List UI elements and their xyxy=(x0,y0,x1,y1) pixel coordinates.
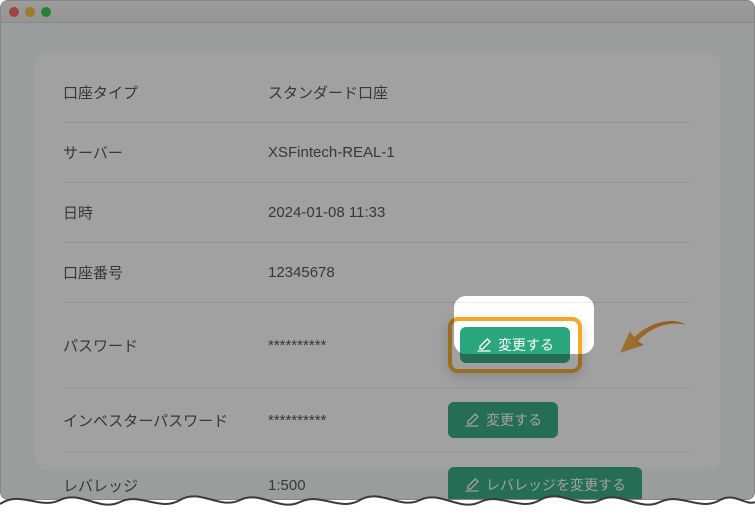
account-details-card: 口座タイプ スタンダード口座 サーバー XSFintech-REAL-1 日時 … xyxy=(35,53,720,469)
change-password-button-label: 変更する xyxy=(498,335,554,355)
row-password: パスワード ********** 変更する xyxy=(63,303,692,388)
change-investor-password-button-label: 変更する xyxy=(486,410,542,430)
label-account-type: 口座タイプ xyxy=(63,82,268,103)
label-datetime: 日時 xyxy=(63,202,268,223)
edit-icon xyxy=(476,337,492,353)
value-server: XSFintech-REAL-1 xyxy=(268,144,448,161)
label-account-number: 口座番号 xyxy=(63,262,268,283)
change-password-button[interactable]: 変更する xyxy=(460,327,570,363)
row-server: サーバー XSFintech-REAL-1 xyxy=(63,123,692,183)
edit-icon xyxy=(464,412,480,428)
torn-edge-decoration xyxy=(0,482,755,522)
row-account-number: 口座番号 12345678 xyxy=(63,243,692,303)
window-minimize-icon[interactable] xyxy=(25,7,35,17)
window-close-icon[interactable] xyxy=(9,7,19,17)
change-investor-password-button[interactable]: 変更する xyxy=(448,402,558,438)
annotation-arrow-icon xyxy=(618,319,688,359)
value-account-type: スタンダード口座 xyxy=(268,82,448,103)
label-server: サーバー xyxy=(63,142,268,163)
titlebar xyxy=(1,1,754,23)
row-investor-password: インベスターパスワード ********** 変更する xyxy=(63,388,692,453)
window-zoom-icon[interactable] xyxy=(41,7,51,17)
value-datetime: 2024-01-08 11:33 xyxy=(268,204,448,221)
highlight-change-password: 変更する xyxy=(448,317,582,373)
content-area: 口座タイプ スタンダード口座 サーバー XSFintech-REAL-1 日時 … xyxy=(1,23,754,499)
label-password: パスワード xyxy=(63,335,268,356)
label-investor-password: インベスターパスワード xyxy=(63,410,268,431)
app-window: 口座タイプ スタンダード口座 サーバー XSFintech-REAL-1 日時 … xyxy=(0,0,755,500)
row-datetime: 日時 2024-01-08 11:33 xyxy=(63,183,692,243)
value-investor-password: ********** xyxy=(268,412,448,429)
value-account-number: 12345678 xyxy=(268,264,448,281)
row-account-type: 口座タイプ スタンダード口座 xyxy=(63,63,692,123)
value-password: ********** xyxy=(268,337,448,354)
